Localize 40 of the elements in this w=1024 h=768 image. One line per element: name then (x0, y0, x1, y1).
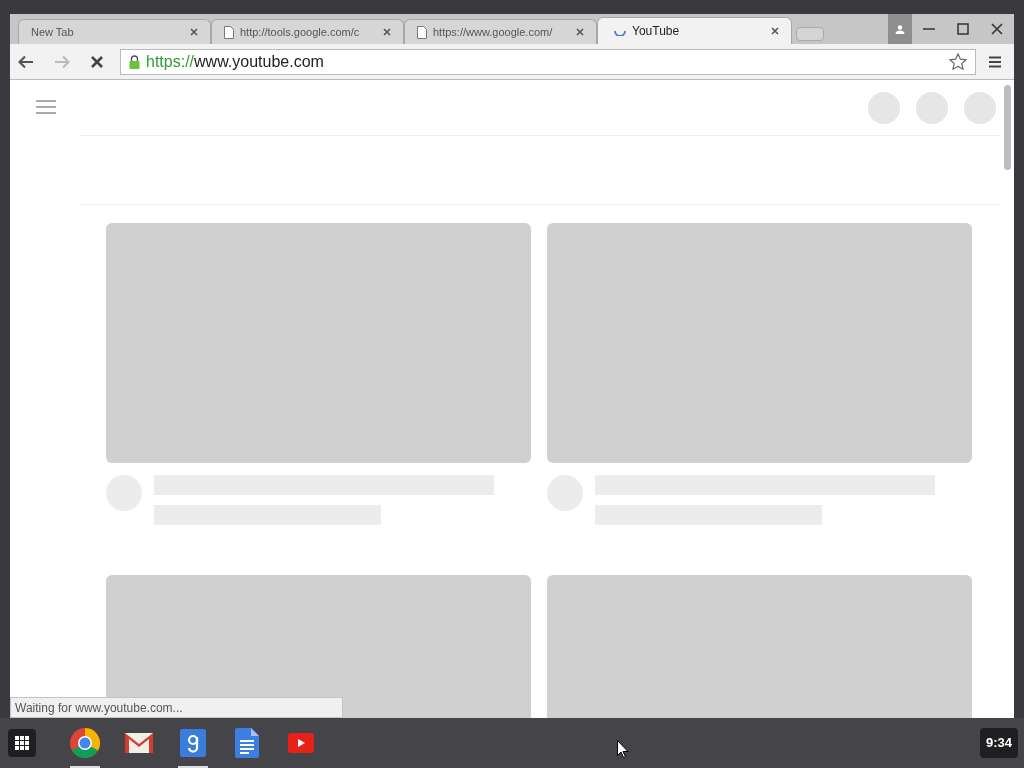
grid-icon (15, 736, 29, 750)
browser-tab[interactable]: YouTube (597, 17, 792, 44)
url-host: www.youtube.com (194, 52, 324, 70)
minimize-icon (923, 28, 935, 30)
scrollbar-thumb[interactable] (1003, 85, 1011, 170)
profile-button[interactable] (888, 14, 912, 44)
running-indicator (178, 766, 208, 768)
browser-tab[interactable]: New Tab (18, 19, 211, 44)
clock[interactable]: 9:34 (979, 728, 1018, 758)
menu-icon[interactable] (988, 54, 1002, 69)
close-icon (991, 23, 1003, 35)
stop-icon[interactable] (90, 54, 104, 69)
icon-placeholder (868, 91, 900, 124)
chrome-icon[interactable] (69, 727, 101, 759)
icon-placeholder (964, 91, 996, 124)
person-icon (895, 24, 905, 34)
close-icon[interactable] (190, 28, 198, 36)
maximize-icon (957, 23, 969, 35)
close-icon[interactable] (576, 28, 584, 36)
icon-placeholder (916, 91, 948, 124)
star-icon[interactable] (949, 52, 967, 71)
address-bar[interactable]: https://www.youtube.com (120, 48, 976, 75)
google-g-icon[interactable] (180, 729, 206, 757)
page-icon (224, 25, 234, 39)
close-icon[interactable] (383, 28, 391, 36)
url-scheme: https:// (146, 52, 195, 70)
status-bubble: Waiting for www.youtube.com... (10, 697, 343, 718)
document-icon[interactable] (235, 728, 259, 758)
mouse-cursor-icon (617, 740, 629, 758)
app-launcher-button[interactable] (8, 729, 36, 757)
running-indicator (70, 766, 100, 768)
envelope-icon[interactable] (124, 731, 154, 755)
browser-tab[interactable]: http://tools.google.com/c (211, 19, 404, 44)
play-button-icon[interactable] (288, 733, 314, 753)
loading-spinner-icon (614, 30, 626, 36)
browser-tab[interactable]: https://www.google.com/ (404, 19, 597, 44)
lock-icon (129, 54, 140, 69)
page-icon (417, 25, 427, 39)
back-arrow-icon[interactable] (18, 54, 34, 69)
close-icon[interactable] (771, 27, 779, 35)
